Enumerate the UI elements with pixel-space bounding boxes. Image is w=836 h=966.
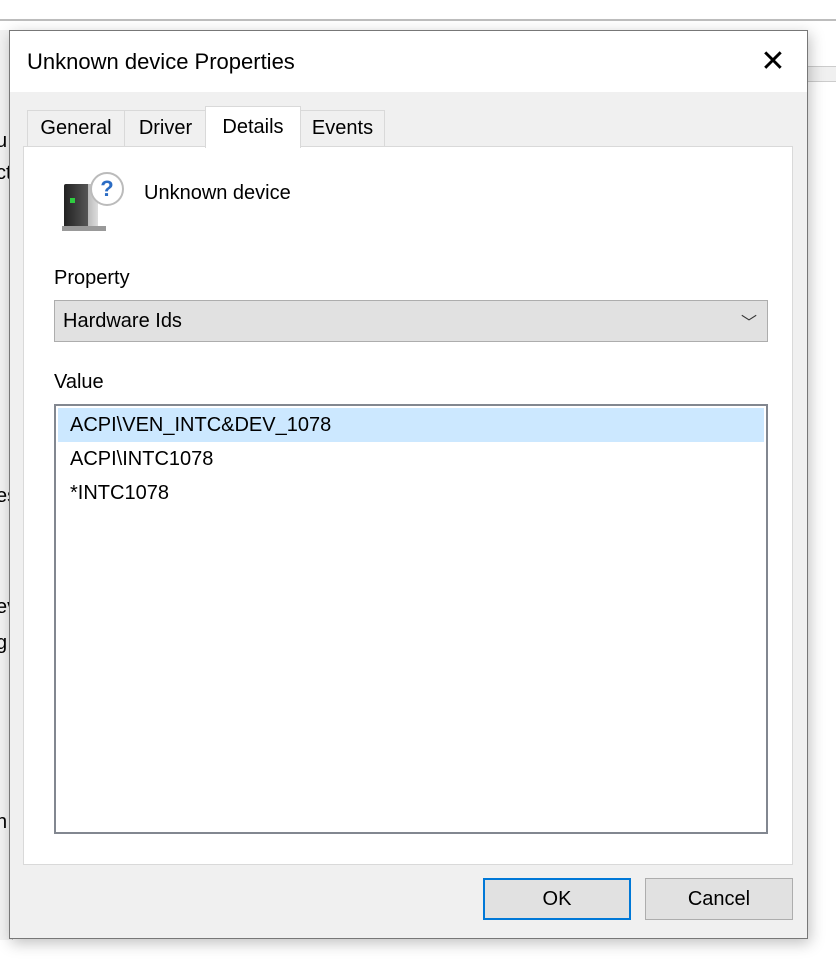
list-item[interactable]: ACPI\INTC1078 — [58, 442, 764, 476]
property-dropdown[interactable]: Hardware Ids ﹀ — [54, 300, 768, 342]
tab-driver[interactable]: Driver — [124, 110, 207, 146]
background-text-fragment: g — [0, 632, 8, 654]
tab-general[interactable]: General — [27, 110, 125, 146]
tab-details[interactable]: Details — [205, 106, 301, 148]
property-selected-value: Hardware Ids — [63, 310, 182, 332]
unknown-device-icon: ? — [62, 172, 124, 232]
close-icon[interactable]: ✕ — [750, 41, 796, 81]
dialog-title: Unknown device Properties — [27, 49, 295, 74]
background-window-edge — [808, 66, 836, 82]
device-name: Unknown device — [144, 182, 291, 204]
tab-label: General — [40, 117, 112, 139]
background-text-fragment: u — [0, 130, 8, 152]
chevron-down-icon: ﹀ — [740, 315, 757, 332]
list-item[interactable]: *INTC1078 — [58, 476, 764, 510]
tab-label: Events — [311, 117, 374, 139]
ok-button[interactable]: OK — [483, 878, 631, 920]
property-label: Property — [54, 267, 130, 289]
tab-label: Driver — [138, 117, 193, 139]
tab-label: Details — [222, 116, 284, 138]
background-window-edge — [0, 19, 836, 21]
background-text-fragment: n — [0, 811, 8, 833]
cancel-button[interactable]: Cancel — [645, 878, 793, 920]
title-bar[interactable]: Unknown device Properties ✕ — [10, 31, 807, 92]
tab-events[interactable]: Events — [300, 110, 385, 146]
list-item[interactable]: ACPI\VEN_INTC&DEV_1078 — [58, 408, 764, 442]
value-list[interactable]: ACPI\VEN_INTC&DEV_1078 ACPI\INTC1078 *IN… — [54, 404, 768, 834]
properties-dialog: Unknown device Properties ✕ General Driv… — [9, 30, 808, 939]
details-panel: ? Unknown device Property Hardware Ids ﹀… — [23, 146, 793, 865]
value-label: Value — [54, 371, 104, 393]
